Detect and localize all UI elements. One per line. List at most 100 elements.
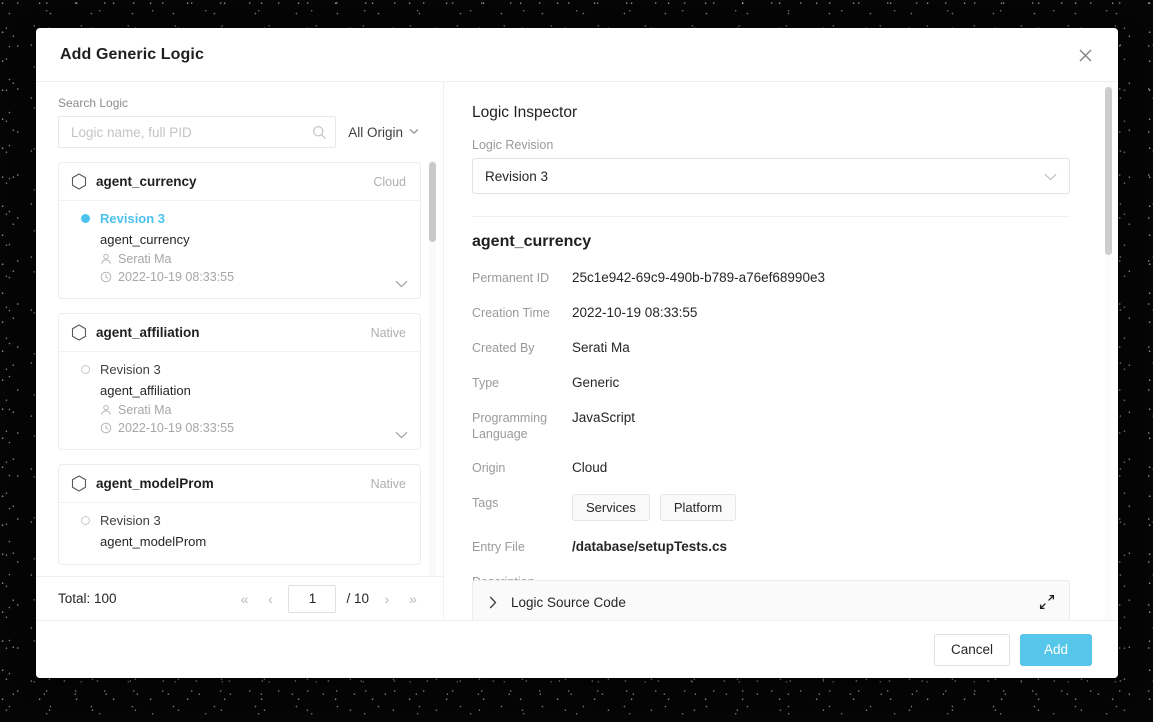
inspector-title: Logic Inspector (472, 104, 578, 121)
inspector-scrollbar-thumb[interactable] (1105, 87, 1112, 255)
revision-unselected-dot-icon (81, 365, 90, 374)
search-box[interactable] (58, 116, 337, 148)
detail-row: Type Generic (472, 374, 1070, 392)
search-label: Search Logic (58, 96, 129, 110)
detail-value: 25c1e942-69c9-490b-b789-a76ef68990e3 (572, 270, 825, 285)
dialog-footer: Cancel Add (36, 620, 1118, 678)
logic-revision-select[interactable]: Revision 3 (472, 158, 1070, 194)
detail-row: Permanent ID 25c1e942-69c9-490b-b789-a76… (472, 269, 1070, 287)
first-page-button[interactable]: « (236, 592, 252, 606)
detail-row-entry-file: Entry File /database/setupTests.cs (472, 538, 1070, 556)
logic-inspector-panel: Logic Inspector Logic Revision Revision … (444, 82, 1118, 620)
revision-logic-name: agent_modelProm (100, 534, 207, 549)
card-origin-badge: Native (370, 325, 406, 340)
card-header[interactable]: agent_affiliation Native (59, 314, 420, 352)
card-body: Revision 3 agent_currency Serati Ma 2022… (59, 201, 420, 298)
revision-label: Revision 3 (100, 362, 161, 377)
page-number-input[interactable] (288, 584, 337, 613)
revision-row[interactable]: Revision 3 (81, 362, 406, 377)
chevron-right-icon[interactable] (489, 596, 497, 609)
search-icon[interactable] (312, 125, 327, 140)
close-icon[interactable] (1072, 42, 1098, 68)
detail-value: Serati Ma (572, 340, 630, 355)
hexagon-icon (71, 475, 87, 492)
timestamp-row: 2022-10-19 08:33:55 (100, 421, 406, 435)
pagination-bar: Total: 100 « ‹ / 10 › » (36, 576, 443, 620)
card-expand-chevron-down-icon[interactable] (395, 431, 408, 439)
card-header[interactable]: agent_modelProm Native (59, 465, 420, 503)
logic-source-code-title: Logic Source Code (511, 594, 626, 610)
list-scrollbar-thumb[interactable] (429, 162, 436, 242)
cancel-button[interactable]: Cancel (933, 633, 1010, 666)
detail-row: Creation Time 2022-10-19 08:33:55 (472, 304, 1070, 322)
search-input[interactable] (69, 123, 313, 141)
logic-revision-value: Revision 3 (485, 168, 549, 184)
card-title: agent_modelProm (96, 476, 214, 491)
next-page-button[interactable]: › (379, 592, 395, 606)
dialog-body: Search Logic All Origin (36, 82, 1118, 620)
revision-row[interactable]: Revision 3 (81, 211, 406, 226)
tag-chip[interactable]: Platform (659, 494, 737, 521)
card-expand-chevron-down-icon[interactable] (395, 280, 408, 288)
author-name: Serati Ma (118, 403, 172, 417)
expand-icon[interactable] (1039, 594, 1055, 610)
card-body: Revision 3 agent_affiliation Serati Ma 2… (59, 352, 420, 449)
detail-logic-name: agent_currency (472, 233, 592, 250)
detail-row-tags: Tags Services Platform (472, 494, 1070, 521)
origin-filter-dropdown[interactable]: All Origin (348, 125, 421, 140)
list-item[interactable]: agent_modelProm Native Revision 3 agent_… (58, 464, 421, 565)
author-row: Serati Ma (100, 252, 406, 266)
chevron-down-icon (1044, 169, 1057, 184)
tag-chip[interactable]: Services (572, 494, 650, 521)
detail-key: Origin (472, 461, 506, 475)
inspector-content: Logic Inspector Logic Revision Revision … (444, 82, 1118, 620)
clock-icon (100, 271, 112, 283)
timestamp-value: 2022-10-19 08:33:55 (118, 270, 235, 284)
logic-source-code-panel[interactable]: Logic Source Code (472, 580, 1070, 620)
author-row: Serati Ma (100, 403, 406, 417)
detail-key: Created By (472, 341, 535, 355)
card-title: agent_currency (96, 174, 197, 189)
detail-row: Created By Serati Ma (472, 339, 1070, 357)
total-pages-label: / 10 (346, 591, 369, 606)
detail-row: Origin Cloud (472, 459, 1070, 477)
logic-list-panel: Search Logic All Origin (36, 82, 444, 620)
detail-value: Cloud (572, 460, 608, 475)
logic-revision-label: Logic Revision (472, 138, 554, 152)
search-row: All Origin (58, 116, 421, 148)
revision-logic-name: agent_currency (100, 232, 190, 247)
user-icon (100, 404, 112, 416)
list-item[interactable]: agent_affiliation Native Revision 3 agen… (58, 313, 421, 450)
revision-label: Revision 3 (100, 211, 166, 226)
list-item[interactable]: agent_currency Cloud Revision 3 agent_cu… (58, 162, 421, 299)
origin-filter-label: All Origin (348, 124, 403, 140)
card-title: agent_affiliation (96, 325, 200, 340)
pagination-controls: « ‹ / 10 › » (236, 584, 421, 613)
revision-logic-name: agent_affiliation (100, 383, 191, 398)
tags-label: Tags (472, 496, 499, 510)
revision-label: Revision 3 (100, 513, 161, 528)
add-generic-logic-dialog: Add Generic Logic Search Logic Logic nam… (36, 28, 1118, 678)
last-page-button[interactable]: » (405, 592, 421, 606)
detail-value: 2022-10-19 08:33:55 (572, 305, 698, 320)
card-header[interactable]: agent_currency Cloud (59, 163, 420, 201)
detail-key: Permanent ID (472, 271, 550, 285)
add-button[interactable]: Add (1020, 633, 1092, 666)
detail-value: Generic (572, 375, 620, 390)
revision-unselected-dot-icon (81, 516, 90, 525)
user-icon (100, 253, 112, 265)
card-body: Revision 3 agent_modelProm (59, 503, 420, 564)
detail-value: JavaScript (572, 410, 636, 425)
detail-key: Creation Time (472, 306, 550, 320)
detail-key: Programming Language (472, 411, 548, 441)
detail-row: Programming Language JavaScript (472, 409, 1070, 442)
prev-page-button[interactable]: ‹ (262, 592, 278, 606)
logic-card-list: agent_currency Cloud Revision 3 agent_cu… (36, 156, 443, 576)
section-divider (472, 216, 1070, 217)
revision-row[interactable]: Revision 3 (81, 513, 406, 528)
revision-selected-dot-icon (81, 214, 90, 223)
page-title: Add Generic Logic (60, 45, 204, 63)
timestamp-row: 2022-10-19 08:33:55 (100, 270, 406, 284)
entry-file-label: Entry File (472, 540, 525, 554)
tag-list: Services Platform (572, 494, 737, 521)
